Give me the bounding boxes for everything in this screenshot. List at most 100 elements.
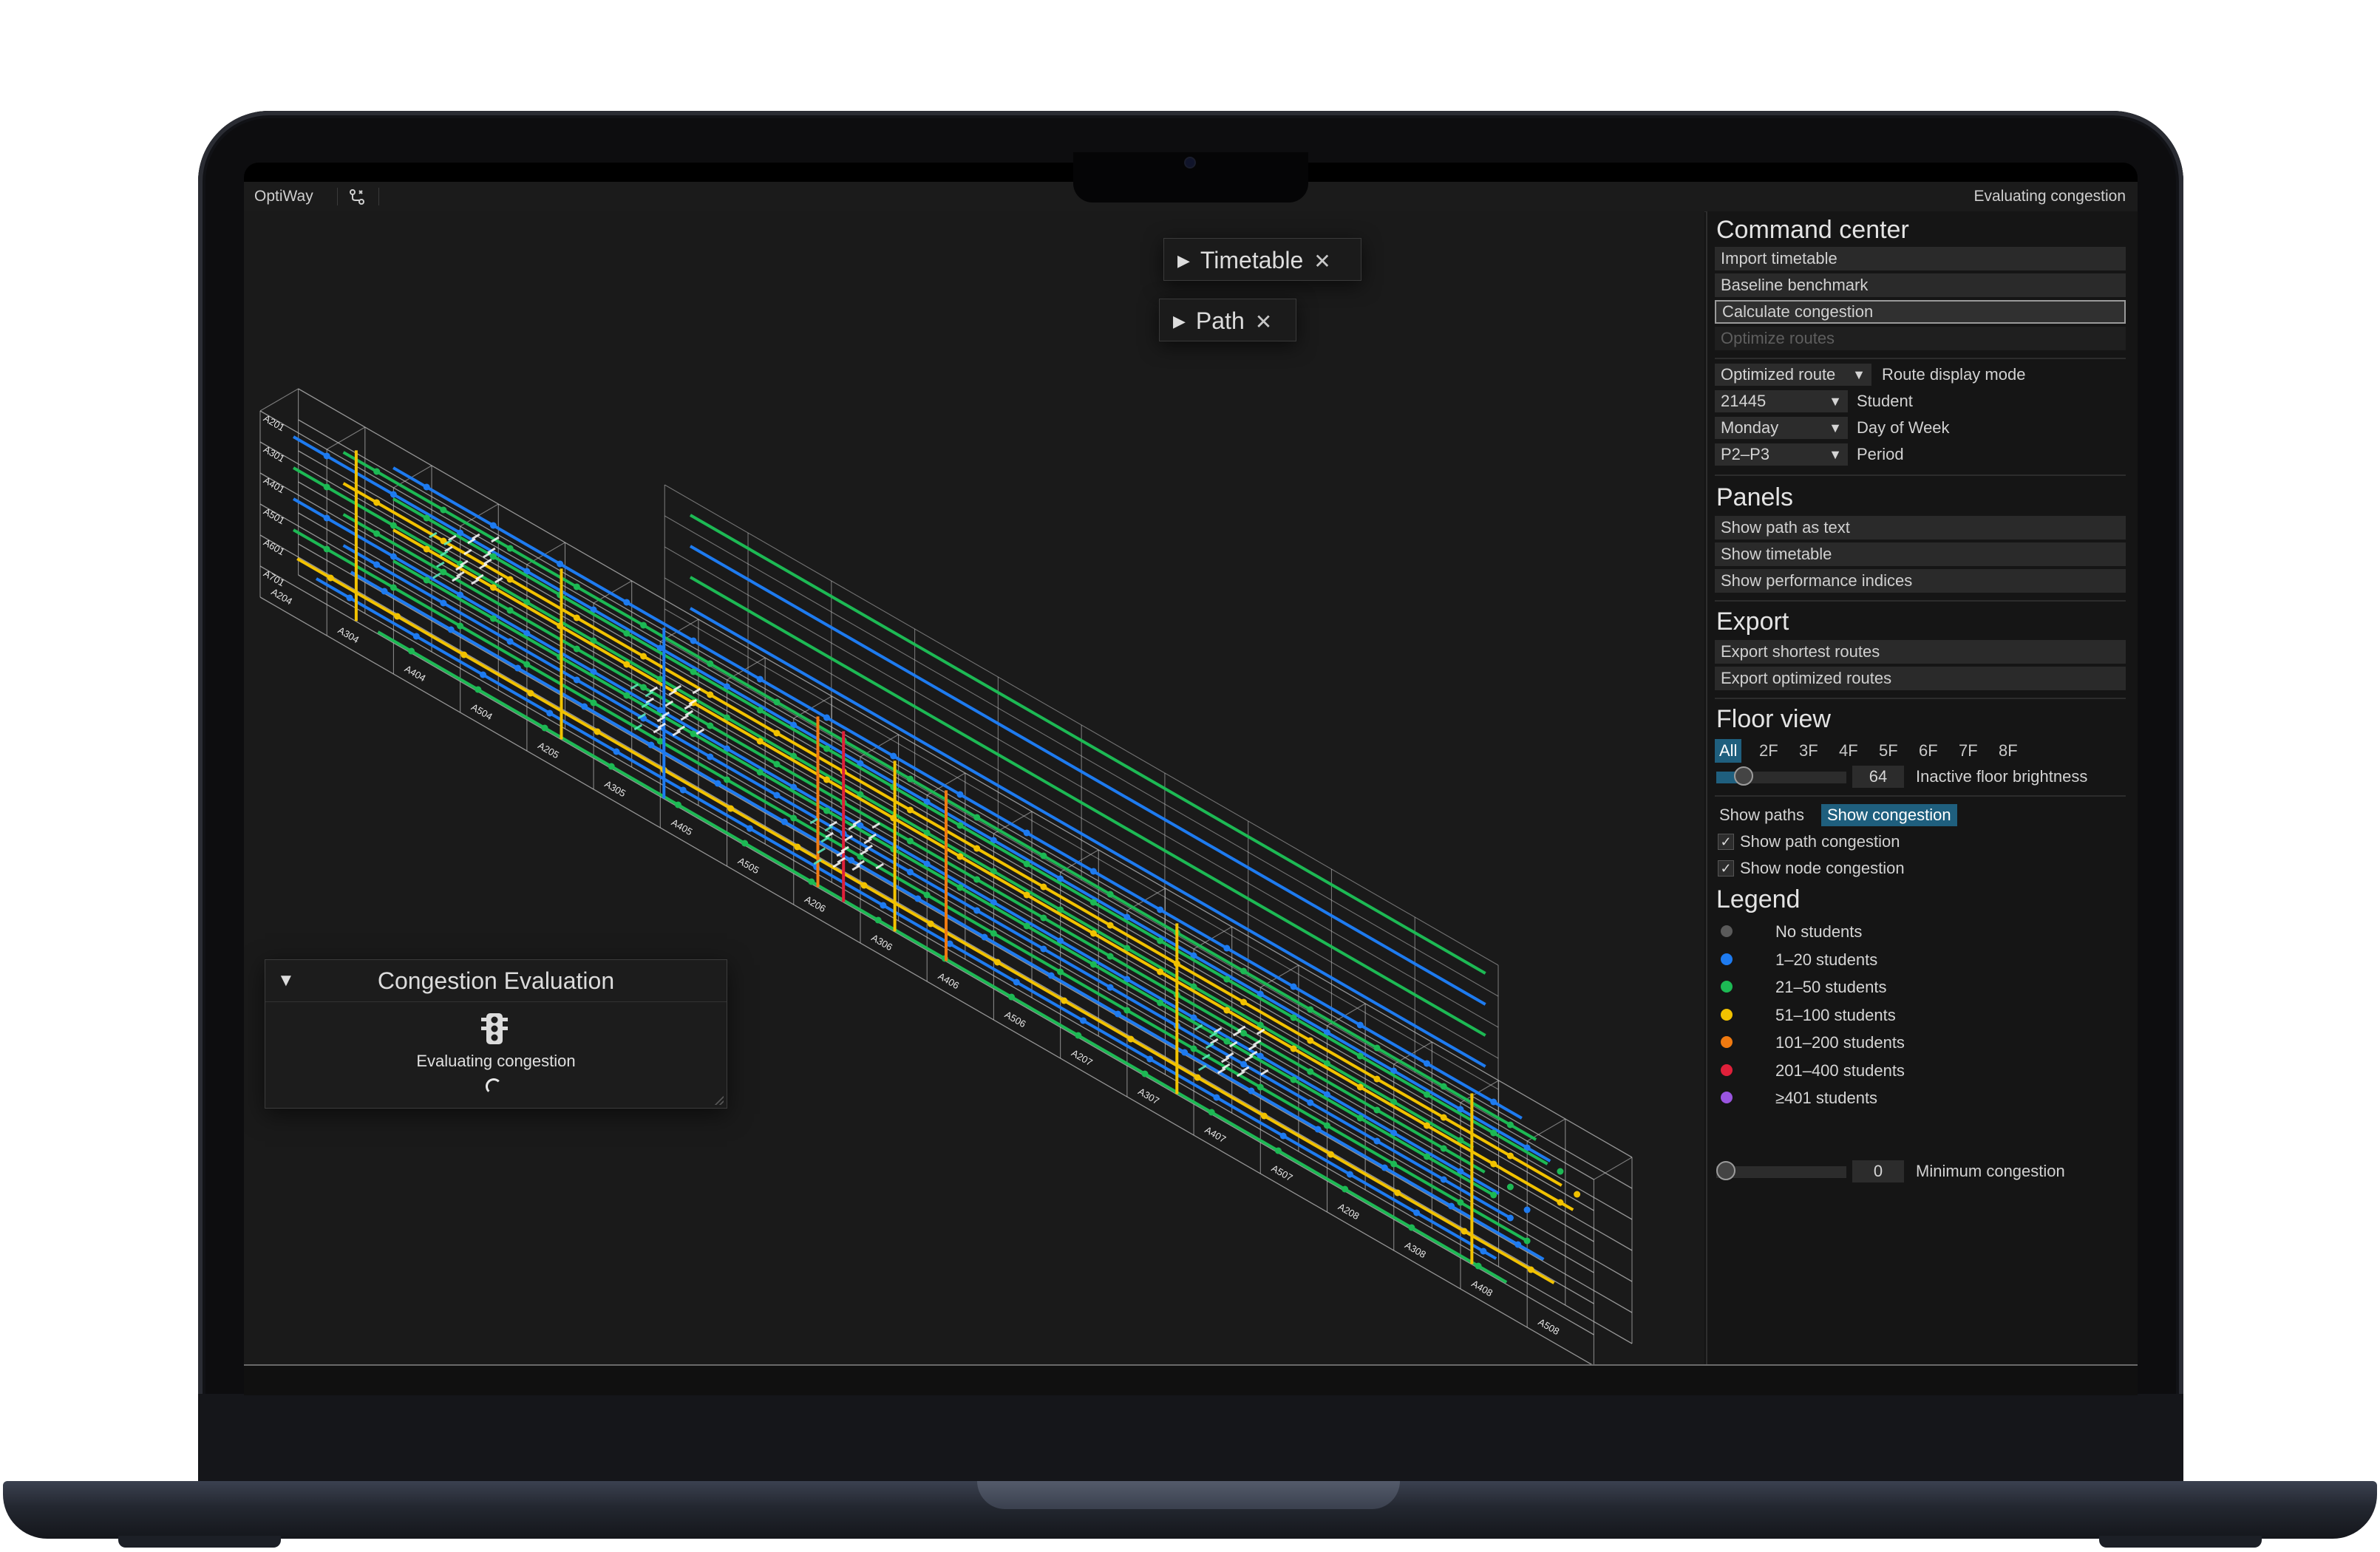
triangle-right-icon[interactable]: ▶ (1177, 251, 1190, 270)
route-node (1040, 945, 1047, 953)
congestion-window-header[interactable]: ▼ Congestion Evaluation (265, 960, 727, 1002)
min-congestion-slider-knob[interactable] (1716, 1161, 1735, 1180)
route-node (1040, 883, 1047, 891)
floor-tab-4f[interactable]: 4F (1835, 739, 1863, 763)
room-label: A206 (803, 894, 828, 914)
route-display-mode-select[interactable]: Optimized route ▼ (1715, 364, 1871, 386)
close-icon[interactable]: ✕ (1255, 310, 1272, 333)
room-label: A508 (1537, 1316, 1562, 1337)
floor-tab-7f[interactable]: 7F (1954, 739, 1982, 763)
route-node (1490, 1098, 1497, 1106)
route-node (1089, 930, 1097, 937)
floor-tabs: All 2F 3F 4F 5F 6F 7F 8F (1715, 739, 2129, 763)
route-node (1506, 1214, 1514, 1222)
legend-label: 21–50 students (1775, 978, 1887, 996)
min-congestion-value[interactable]: 0 (1852, 1160, 1904, 1182)
route-node (1394, 1189, 1401, 1197)
legend-label: 1–20 students (1775, 950, 1878, 969)
building-3d-viewport[interactable]: A204 A304 A404 A504 A205 A305 A405 A505 A206 A306… (244, 211, 1704, 1364)
route-node (756, 707, 764, 714)
floor-tab-5f[interactable]: 5F (1874, 739, 1903, 763)
route-node (327, 574, 334, 582)
floor-tab-all[interactable]: All (1715, 739, 1742, 763)
calculate-congestion-button[interactable]: Calculate congestion (1715, 300, 2126, 324)
path-tab[interactable]: ▶ Path ✕ (1159, 299, 1296, 341)
route-node (1040, 852, 1047, 860)
show-node-congestion-checkbox[interactable]: ✓ (1718, 860, 1734, 877)
room-label: A207 (1070, 1047, 1095, 1068)
route-node (1274, 1147, 1282, 1154)
close-icon[interactable]: ✕ (1313, 250, 1330, 273)
laptop-foot (2099, 1536, 2262, 1548)
congestion-evaluation-window[interactable]: ▼ Congestion Evaluation Evaluating conge… (265, 959, 727, 1109)
route-node (794, 843, 801, 851)
show-path-congestion-checkbox[interactable]: ✓ (1718, 834, 1734, 850)
period-select[interactable]: P2–P3 ▼ (1715, 443, 1848, 466)
route-node (773, 729, 781, 737)
route-node (346, 594, 353, 602)
route-node (1475, 1262, 1482, 1270)
congestion-window-title: Congestion Evaluation (377, 967, 615, 994)
day-of-week-select[interactable]: Monday ▼ (1715, 417, 1848, 439)
room-label: A408 (1469, 1278, 1495, 1299)
show-paths-toggle[interactable]: Show paths (1719, 804, 1804, 826)
triangle-right-icon[interactable]: ▶ (1173, 312, 1186, 330)
room-label: A204 (269, 586, 294, 607)
brightness-slider[interactable] (1716, 766, 1846, 786)
route-node (1123, 1007, 1131, 1014)
floor-tab-3f[interactable]: 3F (1795, 739, 1823, 763)
route-node (1557, 1168, 1564, 1175)
show-performance-indices-button[interactable]: Show performance indices (1715, 569, 2126, 593)
route-node (956, 853, 964, 860)
route-node (1307, 1068, 1314, 1075)
resize-grip-icon[interactable] (715, 1096, 724, 1105)
hotspot-stroke (1259, 1069, 1269, 1076)
route-node (1106, 953, 1114, 960)
route-node (1013, 978, 1020, 986)
route-node (1190, 1045, 1197, 1052)
route-node (723, 776, 730, 783)
timetable-tab[interactable]: ▶ Timetable ✕ (1163, 238, 1361, 281)
floor-tab-6f[interactable]: 6F (1914, 739, 1942, 763)
route-node (1080, 1017, 1087, 1024)
route-path (689, 576, 1486, 1037)
import-timetable-button[interactable]: Import timetable (1715, 247, 2126, 270)
hotspot-stroke (832, 861, 841, 868)
route-node (773, 792, 781, 799)
route-node (1257, 1083, 1264, 1091)
route-node (790, 814, 798, 822)
brightness-slider-knob[interactable] (1734, 766, 1753, 786)
route-node (1240, 967, 1248, 975)
route-node (1490, 1160, 1497, 1168)
route-node (1440, 1114, 1447, 1121)
chevron-down-icon: ▼ (1829, 394, 1842, 409)
route-node (390, 584, 397, 591)
divider (1715, 600, 2126, 602)
brightness-value[interactable]: 64 (1852, 766, 1904, 788)
hotspot-stroke (820, 836, 829, 843)
baseline-benchmark-button[interactable]: Baseline benchmark (1715, 273, 2126, 297)
route-node (1279, 1132, 1287, 1140)
route-node (1506, 1121, 1514, 1129)
route-node (906, 868, 914, 876)
room-label: A301 (262, 443, 287, 464)
route-node (1423, 1122, 1430, 1129)
route-node (1440, 1176, 1447, 1183)
show-congestion-toggle[interactable]: Show congestion (1821, 804, 1957, 826)
route-icon[interactable] (347, 182, 367, 211)
show-path-as-text-button[interactable]: Show path as text (1715, 516, 2126, 540)
student-select[interactable]: 21445 ▼ (1715, 390, 1848, 412)
building-3d-view[interactable]: A204 A304 A404 A504 A205 A305 A405 A505 A206 A306… (244, 211, 1704, 1364)
export-shortest-routes-button[interactable]: Export shortest routes (1715, 640, 2126, 664)
show-timetable-button[interactable]: Show timetable (1715, 542, 2126, 566)
min-congestion-slider[interactable] (1716, 1161, 1846, 1180)
route-node (608, 763, 615, 770)
floor-tab-2f[interactable]: 2F (1755, 739, 1783, 763)
optimize-routes-button[interactable]: Optimize routes (1715, 327, 2126, 350)
route-node (613, 748, 620, 755)
route-node (973, 907, 981, 914)
route-node (1557, 1199, 1564, 1206)
export-optimized-routes-button[interactable]: Export optimized routes (1715, 667, 2126, 690)
floor-tab-8f[interactable]: 8F (1994, 739, 2022, 763)
route-node (647, 741, 655, 749)
